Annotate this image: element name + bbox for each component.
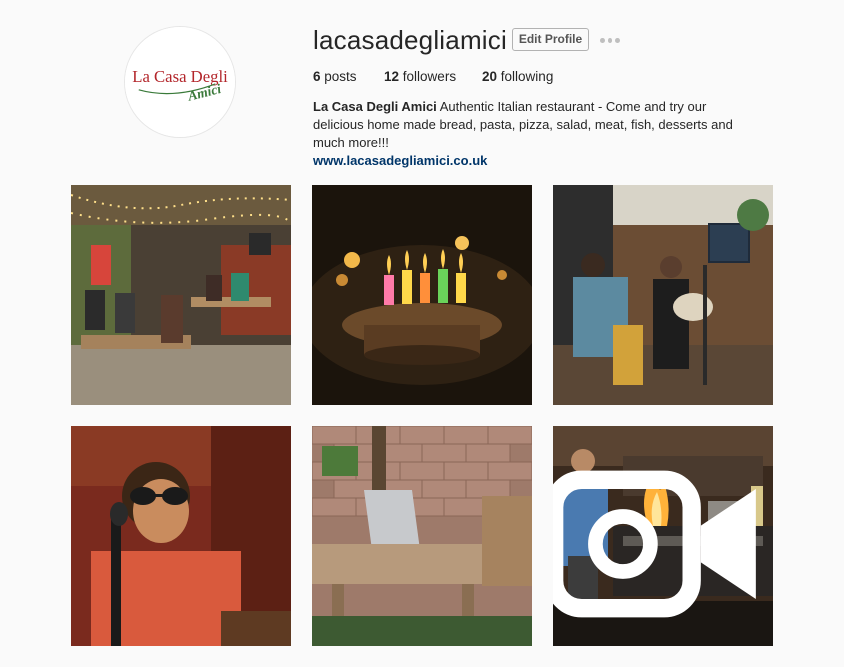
profile-avatar[interactable]: La Casa Degli Amici bbox=[124, 26, 236, 138]
post-thumbnail[interactable] bbox=[553, 426, 773, 646]
post-image-live-music bbox=[553, 185, 773, 405]
profile-bio: La Casa Degli Amici Authentic Italian re… bbox=[313, 98, 753, 170]
following-stat[interactable]: 20 following bbox=[482, 69, 553, 84]
followers-stat[interactable]: 12 followers bbox=[384, 69, 456, 84]
followers-count: 12 bbox=[384, 69, 400, 84]
post-image-singer bbox=[71, 426, 291, 646]
post-thumbnail[interactable] bbox=[71, 426, 291, 646]
posts-label: posts bbox=[324, 69, 357, 84]
posts-count: 6 bbox=[313, 69, 321, 84]
post-thumbnail[interactable] bbox=[71, 185, 291, 405]
post-thumbnail[interactable] bbox=[312, 426, 532, 646]
profile-username: lacasadegliamici bbox=[313, 25, 507, 55]
followers-label: followers bbox=[402, 69, 457, 84]
post-image-birthday-cake bbox=[312, 185, 532, 405]
bio-name: La Casa Degli Amici bbox=[313, 99, 437, 114]
following-label: following bbox=[500, 69, 554, 84]
following-count: 20 bbox=[482, 69, 498, 84]
bio-website-link[interactable]: www.lacasadegliamici.co.uk bbox=[313, 152, 753, 170]
post-image-patio bbox=[71, 185, 291, 405]
edit-profile-button[interactable]: Edit Profile bbox=[512, 28, 589, 51]
post-image-laptop bbox=[312, 426, 532, 646]
restaurant-logo: La Casa Degli Amici bbox=[125, 27, 235, 137]
video-camera-icon bbox=[553, 470, 756, 618]
post-thumbnail[interactable] bbox=[553, 185, 773, 405]
more-dots-icon[interactable] bbox=[600, 35, 621, 45]
posts-count-stat: 6 posts bbox=[313, 69, 357, 84]
post-thumbnail[interactable] bbox=[312, 185, 532, 405]
